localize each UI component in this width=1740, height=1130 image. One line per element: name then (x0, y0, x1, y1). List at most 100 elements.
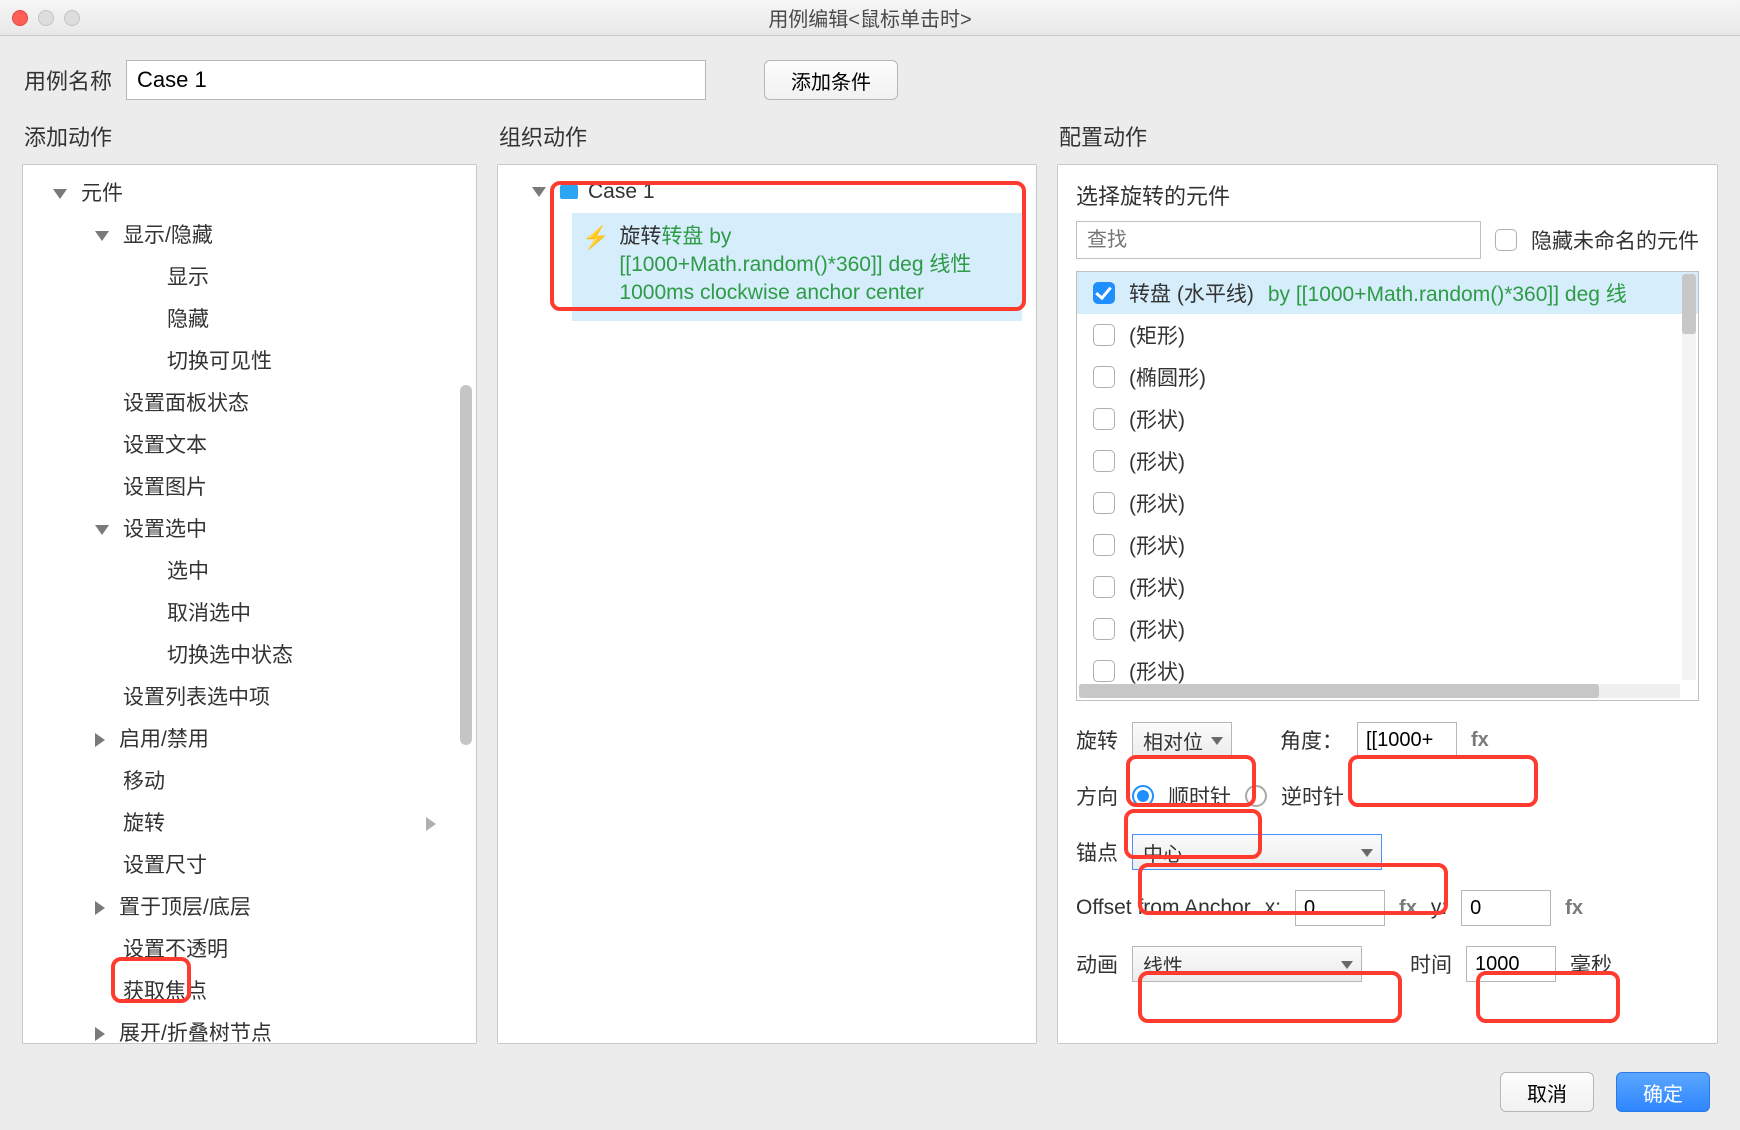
action-tree[interactable]: 元件显示/隐藏显示隐藏切换可见性设置面板状态设置文本设置图片设置选中选中取消选中… (23, 165, 476, 1043)
tree-item[interactable]: 设置尺寸 (23, 845, 476, 887)
chevron-down-icon[interactable] (532, 187, 546, 197)
widget-checkbox[interactable] (1093, 618, 1115, 640)
tree-label: 隐藏 (167, 299, 209, 341)
add-condition-button[interactable]: 添加条件 (764, 60, 898, 100)
case-header-row: 用例名称 添加条件 (0, 36, 1740, 110)
widget-checkbox[interactable] (1093, 492, 1115, 514)
widget-checkbox[interactable] (1093, 408, 1115, 430)
widget-label: (形状) (1129, 404, 1185, 434)
tree-item[interactable]: 移动 (23, 761, 476, 803)
widget-list[interactable]: 转盘 (水平线) by [[1000+Math.random()*360]] d… (1076, 271, 1699, 701)
widget-checkbox[interactable] (1093, 534, 1115, 556)
tree-item[interactable]: 显示/隐藏 (23, 215, 476, 257)
tree-item[interactable]: 显示 (23, 257, 476, 299)
widget-checkbox[interactable] (1093, 660, 1115, 682)
widget-row[interactable]: (形状) (1077, 566, 1698, 608)
configure-action-heading: 配置动作 (1057, 110, 1718, 164)
rotate-mode-select[interactable]: 相对位 (1132, 722, 1232, 758)
tree-item[interactable]: 取消选中 (23, 593, 476, 635)
organize-panel: Case 1 ⚡ 旋转转盘 by [[1000+Math.random()*36… (497, 164, 1037, 1044)
ok-button[interactable]: 确定 (1616, 1072, 1710, 1112)
case-name-input[interactable] (126, 60, 706, 100)
widget-row[interactable]: (形状) (1077, 524, 1698, 566)
offset-y-input[interactable] (1461, 890, 1551, 926)
tree-label: 选中 (167, 551, 209, 593)
fx-x-button[interactable]: fx (1399, 897, 1417, 920)
tree-item[interactable]: 设置列表选中项 (23, 677, 476, 719)
tree-root[interactable]: 元件 (23, 173, 476, 215)
chevron-right-icon[interactable] (95, 733, 105, 747)
tree-item[interactable]: 设置文本 (23, 425, 476, 467)
widget-checkbox[interactable] (1093, 366, 1115, 388)
chevron-down-icon[interactable] (95, 231, 109, 241)
case-node-label: Case 1 (588, 180, 655, 204)
tree-item[interactable]: 展开/折叠树节点 (23, 1013, 476, 1043)
tree-item[interactable]: 设置图片 (23, 467, 476, 509)
anchor-select[interactable]: 中心 (1132, 834, 1382, 870)
rotate-label: 旋转 (1076, 725, 1118, 755)
tree-item[interactable]: 旋转 (23, 803, 476, 845)
cancel-button[interactable]: 取消 (1500, 1072, 1594, 1112)
offset-label: Offset from Anchor (1076, 896, 1251, 920)
tree-item[interactable]: 置于顶层/底层 (23, 887, 476, 929)
window-title: 用例编辑<鼠标单击时> (0, 3, 1740, 32)
tree-item[interactable]: 选中 (23, 551, 476, 593)
x-label: x: (1265, 896, 1281, 920)
chevron-down-icon[interactable] (95, 525, 109, 535)
tree-item[interactable]: 切换选中状态 (23, 635, 476, 677)
widget-list-vscroll[interactable] (1682, 274, 1696, 680)
widget-row[interactable]: 转盘 (水平线) by [[1000+Math.random()*360]] d… (1077, 272, 1698, 314)
tree-label: 元件 (81, 173, 123, 215)
hide-unnamed-checkbox[interactable] (1495, 229, 1517, 251)
widget-row[interactable]: (椭圆形) (1077, 356, 1698, 398)
widget-list-vthumb[interactable] (1682, 274, 1696, 334)
tree-item[interactable]: 设置不透明 (23, 929, 476, 971)
widget-row[interactable]: (矩形) (1077, 314, 1698, 356)
time-unit: 毫秒 (1570, 949, 1612, 979)
tree-label: 设置列表选中项 (123, 677, 270, 719)
widget-checkbox[interactable] (1093, 576, 1115, 598)
tree-label: 设置面板状态 (123, 383, 249, 425)
tree-scrollbar[interactable] (460, 385, 472, 745)
time-input[interactable] (1466, 946, 1556, 982)
action-item[interactable]: ⚡ 旋转转盘 by [[1000+Math.random()*360]] deg… (572, 213, 1022, 321)
widget-row[interactable]: (形状) (1077, 440, 1698, 482)
tree-item[interactable]: 获取焦点 (23, 971, 476, 1013)
widget-checkbox[interactable] (1093, 282, 1115, 304)
dialog-footer: 取消 确定 (1500, 1072, 1710, 1112)
widget-row[interactable]: (形状) (1077, 482, 1698, 524)
widget-list-hthumb[interactable] (1079, 684, 1599, 698)
widget-label: 转盘 (水平线) (1129, 278, 1254, 308)
widget-checkbox[interactable] (1093, 324, 1115, 346)
clockwise-radio[interactable] (1132, 785, 1154, 807)
tree-item[interactable]: 隐藏 (23, 299, 476, 341)
chevron-down-icon[interactable] (53, 189, 67, 199)
fx-angle-button[interactable]: fx (1471, 729, 1489, 752)
tree-item[interactable]: 切换可见性 (23, 341, 476, 383)
animation-select[interactable]: 线性 (1132, 946, 1362, 982)
tree-item[interactable]: 设置选中 (23, 509, 476, 551)
tree-item[interactable]: 启用/禁用 (23, 719, 476, 761)
tree-label: 设置不透明 (123, 929, 228, 971)
chevron-right-icon[interactable] (95, 1027, 105, 1041)
widget-row[interactable]: (形状) (1077, 398, 1698, 440)
widget-checkbox[interactable] (1093, 450, 1115, 472)
tree-label: 设置图片 (123, 467, 207, 509)
add-action-heading: 添加动作 (22, 110, 477, 164)
offset-x-input[interactable] (1295, 890, 1385, 926)
tree-label: 切换选中状态 (167, 635, 293, 677)
tree-label: 移动 (123, 761, 165, 803)
tree-label: 置于顶层/底层 (119, 887, 251, 929)
angle-input[interactable] (1357, 722, 1457, 758)
tree-label: 显示 (167, 257, 209, 299)
widget-search-input[interactable] (1076, 221, 1481, 259)
case-icon (560, 185, 578, 199)
counter-clockwise-radio[interactable] (1245, 785, 1267, 807)
direction-label: 方向 (1076, 781, 1118, 811)
case-node[interactable]: Case 1 (512, 175, 1022, 209)
fx-y-button[interactable]: fx (1565, 897, 1583, 920)
chevron-right-icon[interactable] (95, 901, 105, 915)
tree-item[interactable]: 设置面板状态 (23, 383, 476, 425)
tree-label: 启用/禁用 (119, 719, 209, 761)
widget-row[interactable]: (形状) (1077, 608, 1698, 650)
